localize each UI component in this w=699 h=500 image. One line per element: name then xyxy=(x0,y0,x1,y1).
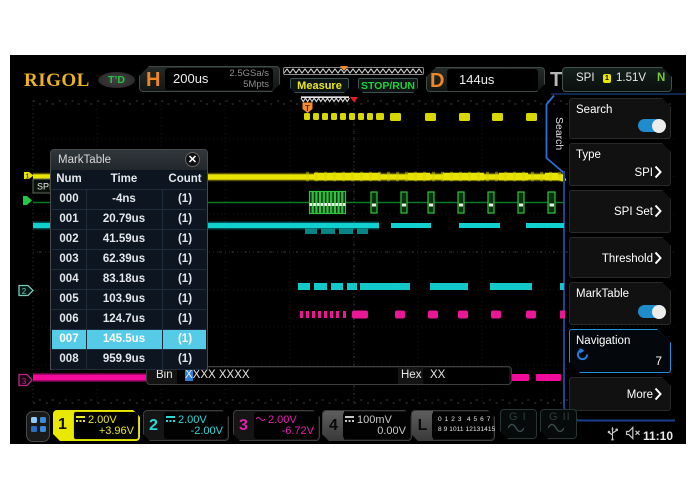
svg-text:2: 2 xyxy=(22,287,27,296)
svg-text:T: T xyxy=(305,104,310,113)
svg-text:1: 1 xyxy=(26,174,30,181)
svg-text:3: 3 xyxy=(22,377,27,386)
